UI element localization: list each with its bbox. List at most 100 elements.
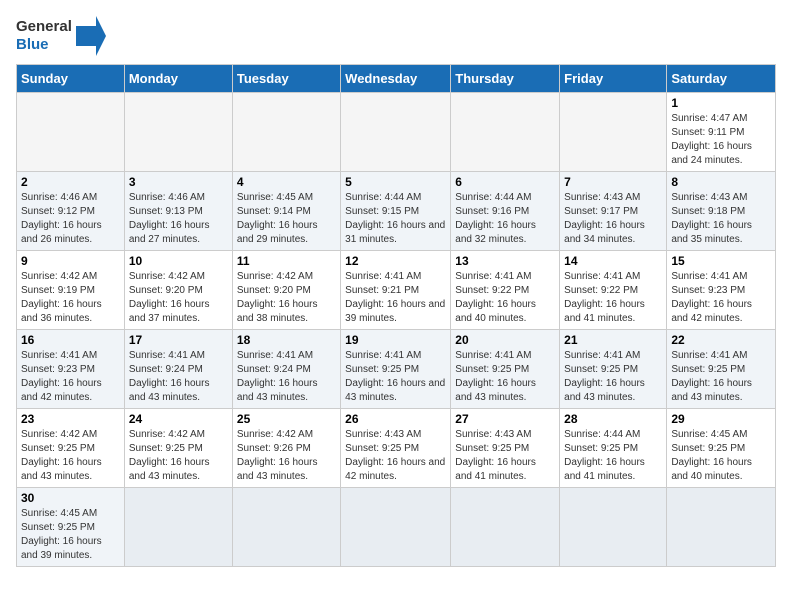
day-info: Sunrise: 4:41 AM Sunset: 9:23 PM Dayligh… [671, 270, 771, 326]
day-info: Sunrise: 4:42 AM Sunset: 9:25 PM Dayligh… [129, 428, 228, 484]
day-header-tuesday: Tuesday [232, 65, 340, 93]
day-header-wednesday: Wednesday [341, 65, 451, 93]
day-info: Sunrise: 4:43 AM Sunset: 9:17 PM Dayligh… [564, 191, 662, 247]
calendar-cell: 28 Sunrise: 4:44 AM Sunset: 9:25 PM Dayli… [560, 409, 667, 488]
day-info: Sunrise: 4:45 AM Sunset: 9:14 PM Dayligh… [237, 191, 336, 247]
day-info: Sunrise: 4:46 AM Sunset: 9:12 PM Dayligh… [21, 191, 120, 247]
calendar-week-row: 1 Sunrise: 4:47 AM Sunset: 9:11 PM Daylig… [17, 93, 776, 172]
calendar-cell [667, 488, 776, 567]
calendar-cell: 7 Sunrise: 4:43 AM Sunset: 9:17 PM Daylig… [560, 172, 667, 251]
day-info: Sunrise: 4:41 AM Sunset: 9:22 PM Dayligh… [455, 270, 555, 326]
calendar-cell: 21 Sunrise: 4:41 AM Sunset: 9:25 PM Dayli… [560, 330, 667, 409]
calendar-week-row: 2Sunrise: 4:46 AM Sunset: 9:12 PM Daylig… [17, 172, 776, 251]
day-info: Sunrise: 4:42 AM Sunset: 9:19 PM Dayligh… [21, 270, 120, 326]
calendar-cell: 1 Sunrise: 4:47 AM Sunset: 9:11 PM Daylig… [667, 93, 776, 172]
calendar-cell: 14Sunrise: 4:41 AM Sunset: 9:22 PM Dayli… [560, 251, 667, 330]
day-number: 14 [564, 254, 662, 268]
calendar-cell [232, 93, 340, 172]
day-info: Sunrise: 4:41 AM Sunset: 9:25 PM Dayligh… [671, 349, 771, 405]
day-header-saturday: Saturday [667, 65, 776, 93]
calendar-cell: 26 Sunrise: 4:43 AM Sunset: 9:25 PM Dayli… [341, 409, 451, 488]
day-info: Sunrise: 4:44 AM Sunset: 9:15 PM Dayligh… [345, 191, 446, 247]
day-number: 30 [21, 491, 120, 505]
day-info: Sunrise: 4:42 AM Sunset: 9:20 PM Dayligh… [129, 270, 228, 326]
calendar-cell [232, 488, 340, 567]
calendar-cell: 5 Sunrise: 4:44 AM Sunset: 9:15 PM Daylig… [341, 172, 451, 251]
calendar-cell [341, 93, 451, 172]
logo-triangle-icon [76, 16, 106, 56]
day-number: 22 [671, 333, 771, 347]
day-number: 17 [129, 333, 228, 347]
day-number: 10 [129, 254, 228, 268]
day-number: 26 [345, 412, 446, 426]
day-info: Sunrise: 4:41 AM Sunset: 9:24 PM Dayligh… [237, 349, 336, 405]
calendar-cell: 3 Sunrise: 4:46 AM Sunset: 9:13 PM Daylig… [124, 172, 232, 251]
day-header-friday: Friday [560, 65, 667, 93]
day-number: 24 [129, 412, 228, 426]
day-info: Sunrise: 4:42 AM Sunset: 9:20 PM Dayligh… [237, 270, 336, 326]
day-number: 12 [345, 254, 446, 268]
calendar-cell: 17 Sunrise: 4:41 AM Sunset: 9:24 PM Dayli… [124, 330, 232, 409]
day-number: 21 [564, 333, 662, 347]
calendar-cell: 10 Sunrise: 4:42 AM Sunset: 9:20 PM Dayli… [124, 251, 232, 330]
day-info: Sunrise: 4:41 AM Sunset: 9:23 PM Dayligh… [21, 349, 120, 405]
day-info: Sunrise: 4:44 AM Sunset: 9:16 PM Dayligh… [455, 191, 555, 247]
calendar-cell [124, 488, 232, 567]
day-info: Sunrise: 4:44 AM Sunset: 9:25 PM Dayligh… [564, 428, 662, 484]
day-info: Sunrise: 4:43 AM Sunset: 9:18 PM Dayligh… [671, 191, 771, 247]
calendar-cell: 12 Sunrise: 4:41 AM Sunset: 9:21 PM Dayli… [341, 251, 451, 330]
calendar-cell: 4 Sunrise: 4:45 AM Sunset: 9:14 PM Daylig… [232, 172, 340, 251]
calendar-week-row: 23 Sunrise: 4:42 AM Sunset: 9:25 PM Dayli… [17, 409, 776, 488]
day-info: Sunrise: 4:42 AM Sunset: 9:26 PM Dayligh… [237, 428, 336, 484]
day-info: Sunrise: 4:43 AM Sunset: 9:25 PM Dayligh… [455, 428, 555, 484]
day-info: Sunrise: 4:41 AM Sunset: 9:25 PM Dayligh… [455, 349, 555, 405]
day-number: 13 [455, 254, 555, 268]
calendar-cell [451, 488, 560, 567]
day-number: 7 [564, 175, 662, 189]
calendar-cell [17, 93, 125, 172]
day-number: 28 [564, 412, 662, 426]
day-number: 20 [455, 333, 555, 347]
calendar-cell: 20 Sunrise: 4:41 AM Sunset: 9:25 PM Dayli… [451, 330, 560, 409]
day-info: Sunrise: 4:41 AM Sunset: 9:25 PM Dayligh… [564, 349, 662, 405]
day-header-monday: Monday [124, 65, 232, 93]
calendar-table: SundayMondayTuesdayWednesdayThursdayFrid… [16, 64, 776, 567]
day-info: Sunrise: 4:47 AM Sunset: 9:11 PM Dayligh… [671, 112, 771, 168]
calendar-cell: 8 Sunrise: 4:43 AM Sunset: 9:18 PM Daylig… [667, 172, 776, 251]
day-info: Sunrise: 4:41 AM Sunset: 9:21 PM Dayligh… [345, 270, 446, 326]
day-number: 29 [671, 412, 771, 426]
day-number: 27 [455, 412, 555, 426]
days-header-row: SundayMondayTuesdayWednesdayThursdayFrid… [17, 65, 776, 93]
day-info: Sunrise: 4:41 AM Sunset: 9:24 PM Dayligh… [129, 349, 228, 405]
day-number: 5 [345, 175, 446, 189]
calendar-cell: 16 Sunrise: 4:41 AM Sunset: 9:23 PM Dayli… [17, 330, 125, 409]
day-number: 6 [455, 175, 555, 189]
calendar-cell: 23Sunrise: 4:42 AM Sunset: 9:25 PM Dayli… [17, 409, 125, 488]
calendar-cell: 24 Sunrise: 4:42 AM Sunset: 9:25 PM Dayli… [124, 409, 232, 488]
calendar-cell: 27 Sunrise: 4:43 AM Sunset: 9:25 PM Dayli… [451, 409, 560, 488]
day-number: 25 [237, 412, 336, 426]
calendar-week-row: 16 Sunrise: 4:41 AM Sunset: 9:23 PM Dayli… [17, 330, 776, 409]
calendar-cell: 30Sunrise: 4:45 AM Sunset: 9:25 PM Dayli… [17, 488, 125, 567]
day-number: 1 [671, 96, 771, 110]
day-number: 23 [21, 412, 120, 426]
day-number: 11 [237, 254, 336, 268]
day-info: Sunrise: 4:46 AM Sunset: 9:13 PM Dayligh… [129, 191, 228, 247]
calendar-cell [124, 93, 232, 172]
day-header-thursday: Thursday [451, 65, 560, 93]
calendar-cell [341, 488, 451, 567]
day-number: 8 [671, 175, 771, 189]
calendar-cell: 19Sunrise: 4:41 AM Sunset: 9:25 PM Dayli… [341, 330, 451, 409]
day-info: Sunrise: 4:45 AM Sunset: 9:25 PM Dayligh… [671, 428, 771, 484]
calendar-cell [560, 93, 667, 172]
day-info: Sunrise: 4:43 AM Sunset: 9:25 PM Dayligh… [345, 428, 446, 484]
day-number: 16 [21, 333, 120, 347]
day-number: 15 [671, 254, 771, 268]
calendar-cell: 18 Sunrise: 4:41 AM Sunset: 9:24 PM Dayli… [232, 330, 340, 409]
calendar-cell [560, 488, 667, 567]
day-number: 4 [237, 175, 336, 189]
day-number: 18 [237, 333, 336, 347]
logo-text: General Blue [16, 18, 72, 54]
calendar-cell: 11 Sunrise: 4:42 AM Sunset: 9:20 PM Dayli… [232, 251, 340, 330]
day-number: 3 [129, 175, 228, 189]
